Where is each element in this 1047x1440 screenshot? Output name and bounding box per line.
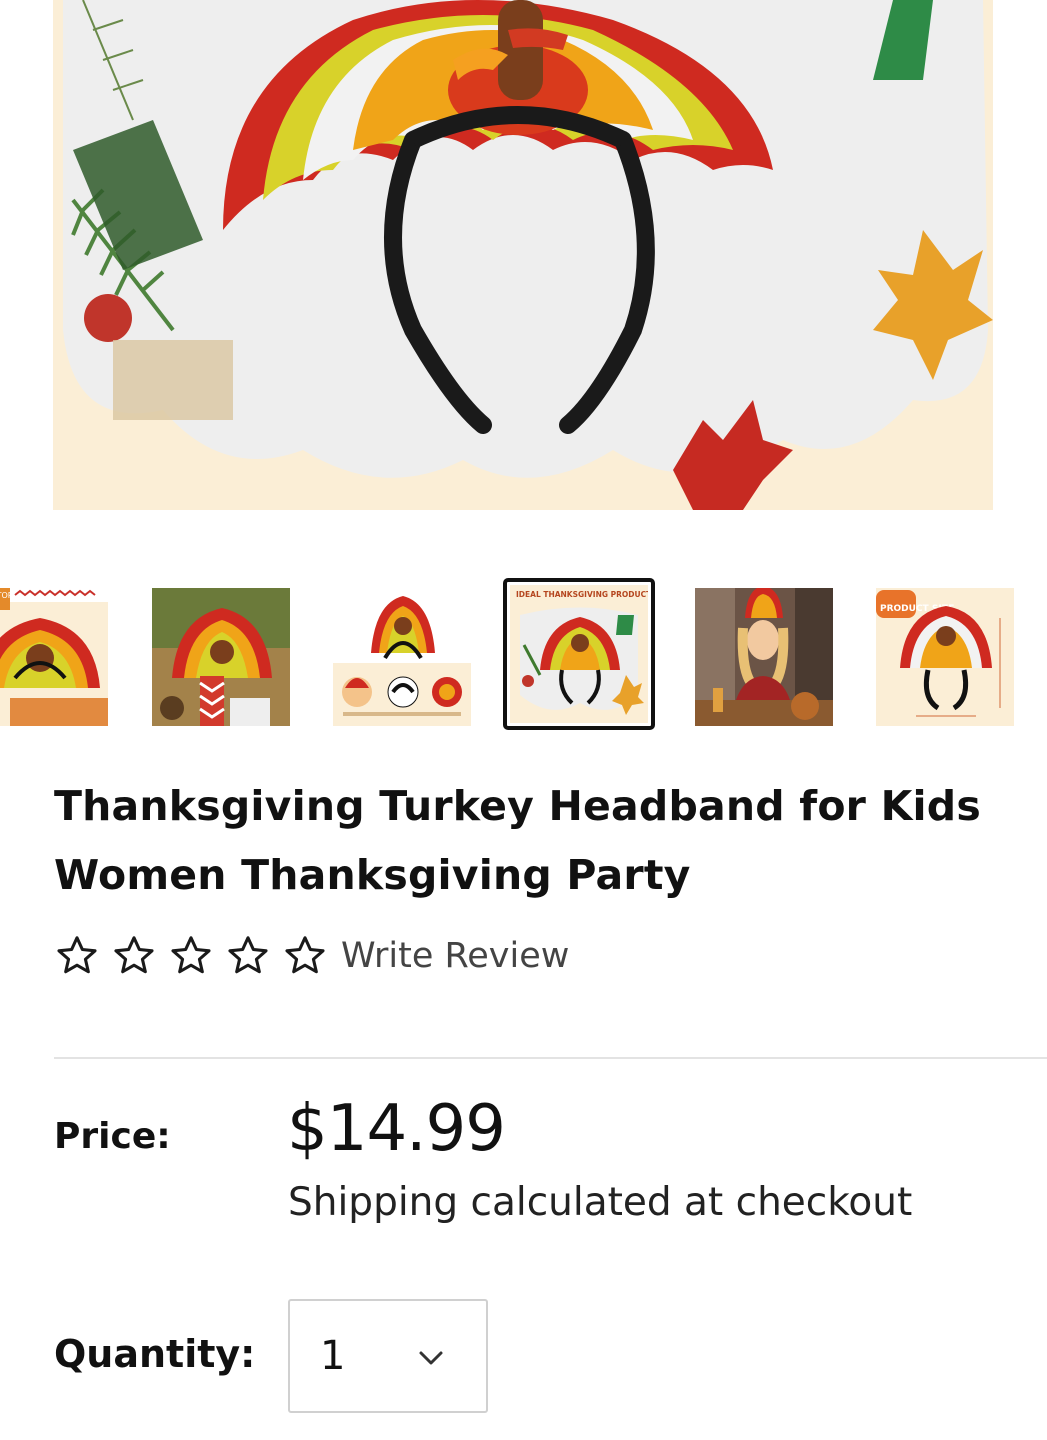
thumbnail-1[interactable]: THE STORY: [0, 588, 108, 726]
price-label: Price:: [54, 1116, 171, 1157]
star-empty-icon[interactable]: [111, 933, 157, 979]
quantity-value: 1: [320, 1333, 346, 1379]
chevron-down-icon: [416, 1343, 446, 1373]
thumbnail-image: [333, 588, 471, 726]
quantity-select[interactable]: 1: [288, 1299, 488, 1413]
write-review-link[interactable]: Write Review: [341, 936, 569, 976]
thumb-caption: IDEAL THANKSGIVING PRODUCT: [516, 590, 648, 599]
star-empty-icon[interactable]: [168, 933, 214, 979]
thumbnail-2[interactable]: [152, 588, 290, 726]
shipping-note: Shipping calculated at checkout: [288, 1180, 913, 1225]
thumbnail-image: THE STORY: [0, 588, 108, 726]
star-empty-icon[interactable]: [225, 933, 271, 979]
price-value: $14.99: [287, 1092, 506, 1166]
thumbnail-strip: THE STORY: [0, 578, 1047, 738]
thumbnail-image: [695, 588, 833, 726]
thumbnail-3[interactable]: [333, 588, 471, 726]
thumbnail-6[interactable]: PRODUCT SIZE: [876, 588, 1014, 726]
star-empty-icon[interactable]: [282, 933, 328, 979]
star-empty-icon[interactable]: [54, 933, 100, 979]
thumbnail-image: IDEAL THANKSGIVING PRODUCT: [510, 585, 648, 723]
thumbnail-image: PRODUCT SIZE: [876, 588, 1014, 726]
main-product-image[interactable]: [53, 0, 993, 510]
product-title: Thanksgiving Turkey Headband for Kids Wo…: [54, 782, 981, 899]
thumbnail-5[interactable]: [695, 588, 833, 726]
turkey-headband-illustration: [53, 0, 993, 510]
rating-row: Write Review: [54, 930, 569, 982]
divider: [54, 1057, 1047, 1059]
quantity-label: Quantity:: [54, 1332, 256, 1376]
thumbnail-4-selected[interactable]: IDEAL THANKSGIVING PRODUCT: [503, 578, 655, 730]
thumbnail-image: [152, 588, 290, 726]
